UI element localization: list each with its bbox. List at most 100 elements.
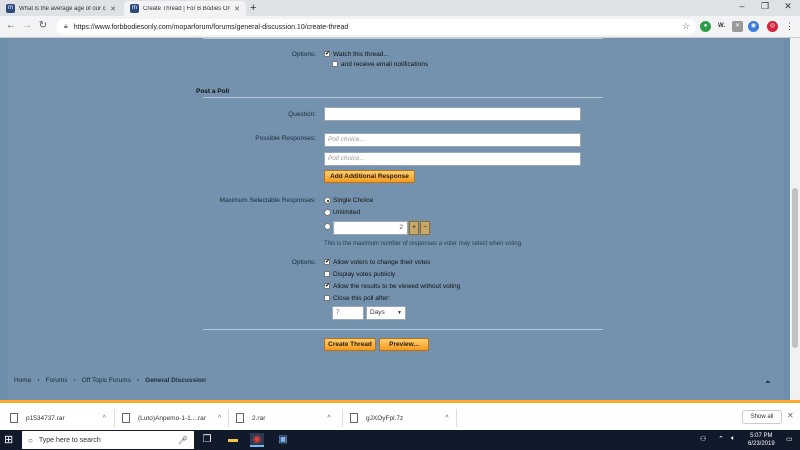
menu-dots-icon[interactable]: ⋮ — [784, 21, 795, 32]
watch-thread-checkbox[interactable]: ✔ — [324, 51, 330, 57]
download-item[interactable]: (Luto)Anpemo-1-1....rar ^ — [122, 411, 221, 425]
display-public-label: Display votes publicly — [333, 271, 396, 278]
notifications-icon[interactable]: ▭ — [786, 435, 793, 443]
breadcrumb-current[interactable]: General Discussion — [145, 377, 206, 384]
download-item[interactable]: 2.rar ^ — [236, 411, 331, 425]
close-poll-value-input[interactable]: 7 — [332, 306, 364, 320]
allow-change-checkbox[interactable]: ✔ — [324, 259, 330, 265]
chrome-icon[interactable]: ◉ — [250, 433, 264, 447]
tab-create-thread[interactable]: m Create Thread | For B Bodies Onl ✕ — [124, 1, 246, 16]
download-item[interactable]: p1534737.rar ^ — [10, 411, 106, 425]
extension-green-icon[interactable]: ● — [700, 21, 711, 32]
question-input[interactable] — [324, 107, 581, 121]
bookmark-star-icon[interactable]: ☆ — [682, 21, 690, 32]
close-poll-checkbox[interactable] — [324, 295, 330, 301]
breadcrumb-separator: › — [136, 377, 140, 384]
url-text: https://www.forbbodiesonly.com/moparforu… — [73, 23, 349, 31]
volume-icon[interactable]: 🔈︎ — [731, 435, 735, 443]
bottom-divider — [203, 329, 603, 330]
allow-view-checkbox[interactable]: ✔ — [324, 283, 330, 289]
single-choice-radio[interactable] — [324, 197, 331, 204]
breadcrumb-separator: › — [73, 377, 76, 384]
max-selectable-label: Maximum Selectable Responses: — [219, 197, 316, 204]
display-public-checkbox[interactable] — [324, 271, 330, 277]
forum-favicon-icon: m — [6, 4, 15, 13]
taskbar-search-input[interactable]: ○ Type here to search 🎤︎ — [22, 431, 194, 449]
show-all-button[interactable]: Show all — [742, 410, 782, 424]
app-icon[interactable]: ▣ — [276, 433, 290, 447]
address-bar[interactable]: 🔒︎ https://www.forbbodiesonly.com/moparf… — [56, 19, 696, 35]
tab-average-age[interactable]: m What is the average age of our c ✕ — [0, 1, 122, 16]
window-close-button[interactable]: ✕ — [778, 1, 798, 12]
microphone-icon[interactable]: 🎤︎ — [178, 436, 188, 445]
download-filename: 2.rar — [252, 414, 266, 422]
poll-choice-input-2[interactable]: Poll choice... — [324, 152, 581, 166]
tab-title: Create Thread | For B Bodies Onl — [143, 5, 231, 12]
poll-choice-input-1[interactable]: Poll choice... — [324, 133, 581, 147]
people-icon[interactable]: ⚇ — [700, 435, 706, 443]
taskbar-clock[interactable]: 5:07 PM 6/23/2019 — [748, 432, 775, 448]
poll-divider — [203, 97, 603, 98]
new-tab-button[interactable]: + — [250, 2, 256, 14]
max-value-input[interactable]: 2 — [333, 221, 408, 235]
watch-thread-label: Watch this thread... — [333, 51, 389, 58]
close-poll-unit-select[interactable]: Days ▼ — [366, 306, 406, 320]
add-response-button[interactable]: Add Additional Response — [324, 170, 415, 183]
chevron-up-icon[interactable]: ^ — [327, 415, 330, 422]
max-hint-text: This is the maximum number of responses … — [324, 241, 523, 247]
breadcrumb-forums[interactable]: Forums — [46, 377, 68, 384]
forum-favicon-icon: m — [130, 4, 139, 13]
breadcrumb-off-topic[interactable]: Off Topic Forums — [82, 377, 131, 384]
options-label: Options: — [291, 51, 316, 58]
download-separator — [114, 409, 115, 427]
form-panel: Options: ✔ Watch this thread... and rece… — [8, 38, 784, 400]
extension-w-icon[interactable]: W. — [716, 21, 727, 32]
question-label: Question: — [288, 111, 316, 118]
email-notifications-checkbox[interactable] — [332, 61, 338, 67]
scroll-top-icon[interactable]: ⏶ — [765, 379, 771, 387]
tab-title: What is the average age of our c — [19, 5, 106, 12]
reload-icon[interactable]: ↻ — [36, 20, 50, 31]
close-icon[interactable]: ✕ — [110, 5, 116, 13]
extension-blue-icon[interactable]: ◉ — [748, 21, 759, 32]
breadcrumb-home[interactable]: Home — [14, 377, 31, 384]
scrollbar-thumb[interactable] — [792, 188, 798, 348]
profile-avatar[interactable]: ◎ — [767, 21, 778, 32]
breadcrumb-separator: › — [37, 377, 40, 384]
download-filename: (Luto)Anpemo-1-1....rar — [138, 414, 206, 422]
chevron-up-icon[interactable]: ^ — [103, 415, 106, 422]
windows-start-icon[interactable]: ⊞ — [4, 434, 16, 446]
poll-options-label: Options: — [291, 259, 316, 266]
lock-icon: 🔒︎ — [64, 23, 68, 30]
download-separator — [456, 409, 457, 427]
poll-section-title: Post a Poll — [196, 88, 230, 95]
minimize-button[interactable]: – — [732, 1, 752, 11]
clock-time: 5:07 PM — [750, 433, 773, 439]
increment-button[interactable]: + — [409, 221, 419, 235]
decrement-button[interactable]: − — [420, 221, 430, 235]
preview-button[interactable]: Preview... — [379, 338, 429, 351]
chevron-up-icon[interactable]: ⌃ — [718, 435, 724, 443]
chevron-up-icon[interactable]: ^ — [445, 415, 448, 422]
allow-change-label: Allow voters to change their votes — [333, 259, 431, 266]
custom-max-radio[interactable] — [324, 223, 331, 230]
download-item[interactable]: gJXOyFpl.7z ^ — [350, 411, 449, 425]
file-explorer-icon[interactable]: ▬ — [226, 433, 240, 447]
page-scrollbar[interactable] — [790, 38, 800, 400]
close-icon[interactable]: ✕ — [234, 5, 240, 13]
download-filename: p1534737.rar — [26, 414, 65, 422]
create-thread-button[interactable]: Create Thread — [324, 338, 376, 351]
task-view-icon[interactable]: ❒ — [200, 433, 214, 447]
file-icon — [236, 413, 244, 423]
top-divider — [203, 38, 603, 39]
clock-date: 6/23/2019 — [748, 441, 775, 447]
maximize-button[interactable]: ❐ — [755, 1, 775, 12]
chevron-up-icon[interactable]: ^ — [218, 415, 221, 422]
forward-arrow-icon[interactable]: → — [20, 20, 34, 31]
back-arrow-icon[interactable]: ← — [4, 20, 18, 31]
search-icon: ○ — [28, 435, 33, 445]
close-icon[interactable]: ✕ — [787, 411, 794, 420]
extension-x-icon[interactable]: ✕ — [732, 21, 743, 32]
download-separator — [228, 409, 229, 427]
unlimited-radio[interactable] — [324, 209, 331, 216]
